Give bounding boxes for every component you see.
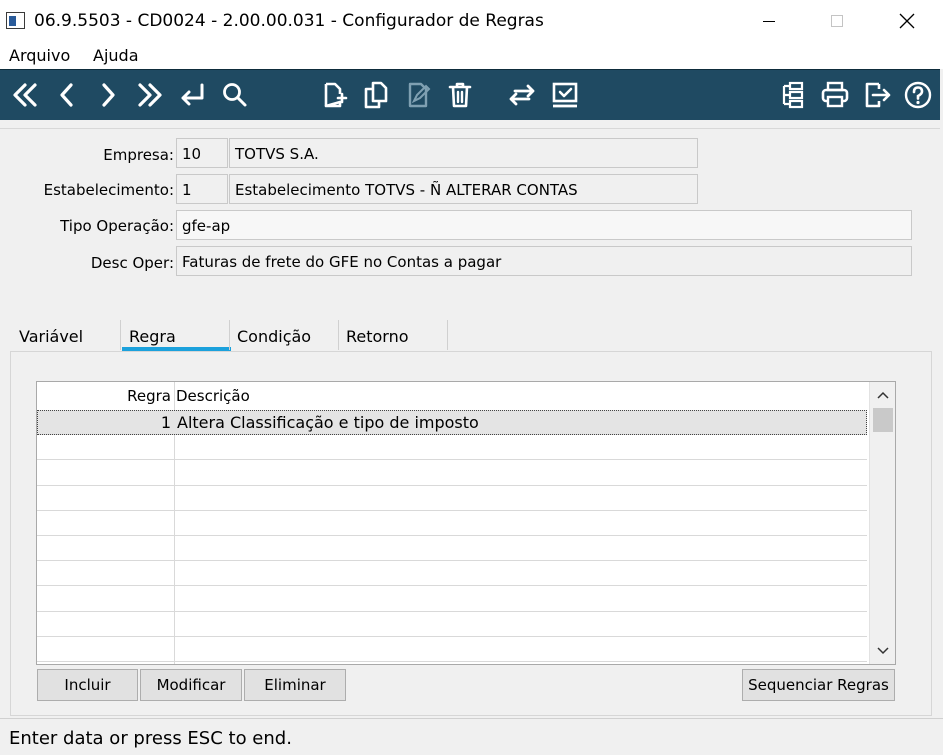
cell-descricao: Altera Classificação e tipo de imposto: [177, 413, 479, 432]
first-record-button[interactable]: [8, 78, 42, 112]
tree-structure-button[interactable]: [776, 78, 810, 112]
previous-record-icon: [60, 83, 73, 107]
empresa-label: Empresa:: [103, 146, 174, 164]
desc-oper-field: Faturas de frete do GFE no Contas a paga…: [176, 246, 912, 276]
edit-button[interactable]: [401, 78, 435, 112]
tab-retorno[interactable]: Retorno: [346, 327, 409, 346]
next-record-button[interactable]: [91, 78, 125, 112]
desc-oper-label: Desc Oper:: [90, 254, 174, 272]
estabelecimento-code-field[interactable]: 1: [176, 174, 228, 204]
print-button[interactable]: [818, 78, 852, 112]
maximize-icon: [831, 15, 843, 27]
tipo-operacao-field[interactable]: gfe-ap: [176, 210, 912, 240]
tree-structure-icon: [782, 81, 804, 109]
empresa-code-field[interactable]: 10: [176, 138, 228, 168]
exchange-button[interactable]: [505, 78, 539, 112]
table-row[interactable]: [37, 536, 867, 562]
confirm-button[interactable]: [548, 78, 582, 112]
exit-icon: [865, 82, 891, 108]
help-button[interactable]: [901, 78, 935, 112]
incluir-button[interactable]: Incluir: [37, 669, 138, 701]
exchange-icon: [509, 84, 535, 106]
title-bar: 06.9.5503 - CD0024 - 2.00.00.031 - Confi…: [0, 0, 943, 42]
empresa-name-field: TOTVS S.A.: [229, 138, 698, 168]
tab-regra[interactable]: Regra: [129, 327, 176, 346]
table-row[interactable]: [37, 637, 867, 662]
menu-bar: Arquivo Ajuda: [0, 42, 943, 69]
last-record-button[interactable]: [133, 78, 167, 112]
eliminar-button[interactable]: Eliminar: [244, 669, 346, 701]
scroll-thumb[interactable]: [873, 408, 893, 432]
tipo-operacao-label: Tipo Operação:: [60, 217, 174, 235]
column-header-regra[interactable]: Regra: [37, 387, 171, 405]
menu-arquivo[interactable]: Arquivo: [9, 46, 70, 65]
status-message: Enter data or press ESC to end.: [9, 728, 292, 749]
copy-document-icon: [364, 81, 388, 109]
delete-button[interactable]: [443, 78, 477, 112]
scroll-up-button[interactable]: [870, 384, 895, 406]
grid-rows: 1 Altera Classificação e tipo de imposto: [37, 410, 867, 662]
table-row[interactable]: [37, 586, 867, 612]
last-record-icon: [138, 83, 162, 107]
help-icon: [904, 81, 932, 109]
grid-header: Regra Descrição: [37, 382, 867, 410]
goto-button[interactable]: [175, 78, 209, 112]
toolbar: [0, 69, 940, 120]
exit-button[interactable]: [860, 78, 894, 112]
new-button[interactable]: [316, 78, 350, 112]
print-icon: [821, 81, 849, 108]
menu-ajuda[interactable]: Ajuda: [93, 46, 139, 65]
copy-button[interactable]: [359, 78, 393, 112]
tab-separator: [120, 320, 121, 350]
chevron-down-icon: [877, 647, 889, 655]
app-icon: [6, 12, 25, 29]
tab-separator: [447, 320, 448, 350]
confirm-screen-icon: [552, 82, 578, 108]
minimize-button[interactable]: [746, 0, 792, 42]
window-title: 06.9.5503 - CD0024 - 2.00.00.031 - Confi…: [34, 11, 544, 31]
tab-separator: [229, 320, 230, 350]
status-bar: Enter data or press ESC to end.: [0, 718, 943, 755]
edit-document-icon: [408, 82, 431, 108]
table-row[interactable]: [37, 486, 867, 511]
first-record-icon: [13, 83, 37, 107]
estabelecimento-name-field: Estabelecimento TOTVS - Ñ ALTERAR CONTAS: [229, 174, 698, 204]
table-row[interactable]: [37, 511, 867, 536]
tab-variavel[interactable]: Variável: [19, 327, 83, 346]
close-button[interactable]: [884, 0, 930, 42]
table-row[interactable]: 1 Altera Classificação e tipo de imposto: [37, 410, 867, 436]
modificar-button[interactable]: Modificar: [140, 669, 242, 701]
table-row[interactable]: [37, 612, 867, 637]
chevron-up-icon: [877, 391, 889, 399]
search-button[interactable]: [217, 78, 251, 112]
delete-icon: [448, 82, 472, 108]
search-icon: [223, 83, 247, 107]
cell-regra: 1: [160, 413, 171, 432]
estabelecimento-label: Estabelecimento:: [43, 181, 174, 199]
regras-grid: Regra Descrição 1 Altera Classificação e…: [36, 381, 896, 665]
sequenciar-regras-button[interactable]: Sequenciar Regras: [742, 669, 895, 701]
minimize-icon: [763, 20, 775, 22]
maximize-button[interactable]: [814, 0, 860, 42]
goto-icon: [181, 83, 204, 106]
table-row[interactable]: [37, 561, 867, 587]
tab-condicao[interactable]: Condição: [237, 327, 311, 346]
new-document-icon: [324, 82, 348, 108]
next-record-icon: [102, 83, 115, 107]
column-header-descricao[interactable]: Descrição: [176, 387, 250, 405]
table-row[interactable]: [37, 435, 867, 461]
grid-scrollbar[interactable]: [869, 382, 895, 664]
previous-record-button[interactable]: [50, 78, 84, 112]
table-row[interactable]: [37, 460, 867, 486]
close-icon: [899, 13, 915, 29]
tab-separator: [338, 320, 339, 350]
scroll-down-button[interactable]: [870, 640, 895, 662]
